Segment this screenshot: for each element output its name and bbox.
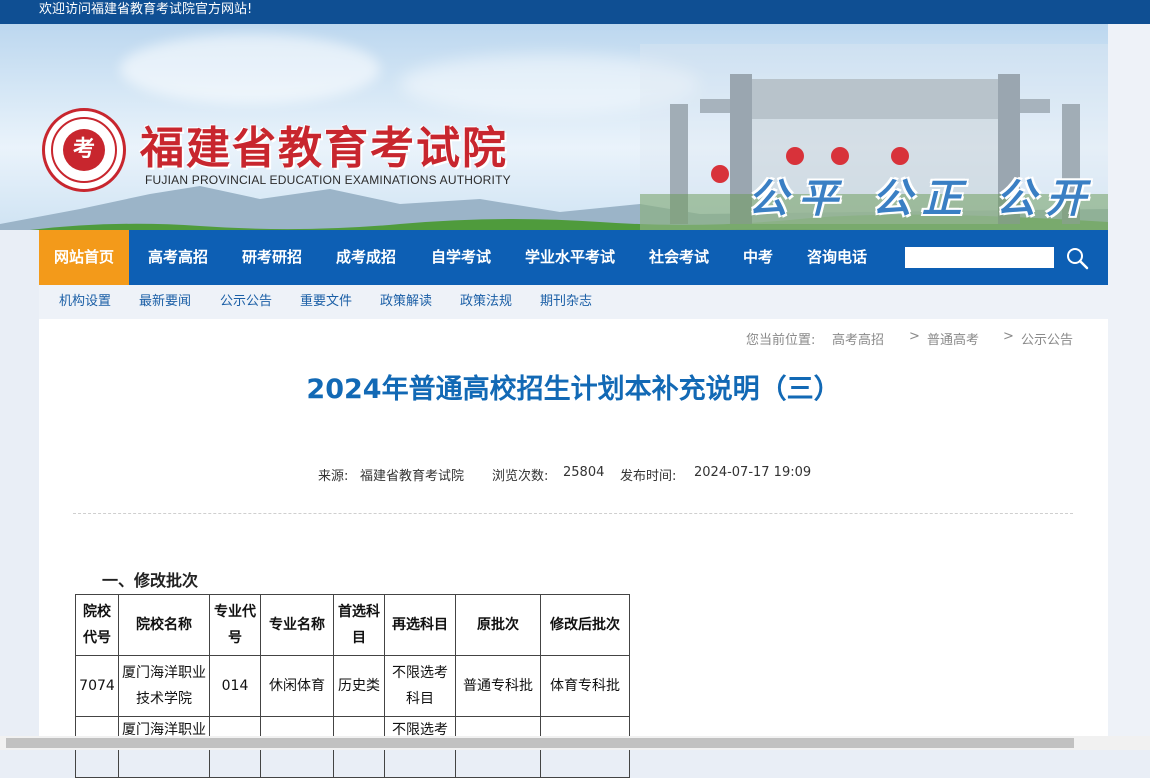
table-header: 专业名称 [260, 594, 334, 656]
nav-item-yankao[interactable]: 研考研招 [242, 230, 302, 285]
top-welcome-bar: 欢迎访问福建省教育考试院官方网站! [0, 0, 1150, 24]
nav-item-consult[interactable]: 咨询电话 [807, 230, 867, 285]
table-cell: 厦门海洋职业技术学院 [118, 655, 210, 717]
meta-views-label: 浏览次数: [492, 469, 549, 484]
site-banner: 考 福建省教育考试院 FUJIAN PROVINCIAL EDUCATION E… [0, 24, 1108, 230]
table-cell: 体育专科批 [540, 655, 630, 717]
seal-core: 考 [63, 129, 105, 171]
meta-source: 福建省教育考试院 [360, 469, 465, 484]
breadcrumb-separator: > [909, 329, 920, 344]
main-nav: 网站首页 高考高招 研考研招 成考成招 自学考试 学业水平考试 社会考试 中考 … [39, 230, 1108, 285]
table-header: 院校代号 [75, 594, 119, 656]
nav-item-home[interactable]: 网站首页 [39, 230, 129, 285]
table-cell: 014 [209, 655, 261, 717]
scrollbar-thumb[interactable] [6, 738, 1074, 748]
breadcrumb-item-notice[interactable]: 公示公告 [1021, 329, 1073, 348]
subnav-item-docs[interactable]: 重要文件 [300, 285, 352, 319]
nav-item-chengkao[interactable]: 成考成招 [336, 230, 396, 285]
subnav-item-jigou[interactable]: 机构设置 [59, 285, 111, 319]
table-header: 再选科目 [384, 594, 456, 656]
subnav-item-policy-read[interactable]: 政策解读 [380, 285, 432, 319]
nav-item-gaokao[interactable]: 高考高招 [148, 230, 208, 285]
meta-source-label: 来源: [318, 469, 349, 484]
nav-item-shehui[interactable]: 社会考试 [649, 230, 709, 285]
breadcrumb-item-gaokao[interactable]: 高考高招 [832, 329, 884, 348]
nav-item-zixue[interactable]: 自学考试 [431, 230, 491, 285]
welcome-text: 欢迎访问福建省教育考试院官方网站! [39, 2, 253, 17]
table-cell: 普通专科批 [455, 655, 541, 717]
meta-date-label: 发布时间: [620, 469, 677, 484]
article-content: 您当前位置: 高考高招 > 普通高考 > 公示公告 2024年普通高校招生计划本… [39, 319, 1108, 778]
divider [73, 513, 1073, 514]
breadcrumb-separator: > [1003, 329, 1014, 344]
subnav-item-journal[interactable]: 期刊杂志 [540, 285, 592, 319]
article-title: 2024年普通高校招生计划本补充说明（三） [306, 374, 841, 405]
breadcrumb-item-putong[interactable]: 普通高考 [927, 329, 979, 348]
subnav-item-notice[interactable]: 公示公告 [220, 285, 272, 319]
table-header: 专业代号 [209, 594, 261, 656]
section-heading: 一、修改批次 [102, 571, 199, 590]
table-header-row: 院校代号 院校名称 专业代号 专业名称 首选科目 再选科目 原批次 修改后批次 [75, 594, 630, 656]
meta-date: 2024-07-17 19:09 [694, 465, 812, 480]
table-header: 修改后批次 [540, 594, 630, 656]
nav-item-xueye[interactable]: 学业水平考试 [525, 230, 615, 285]
site-logo-english: FUJIAN PROVINCIAL EDUCATION EXAMINATIONS… [145, 173, 511, 187]
meta-views: 25804 [563, 465, 605, 480]
table-cell: 休闲体育 [260, 655, 334, 717]
nav-item-zhongkao[interactable]: 中考 [743, 230, 773, 285]
search-input[interactable] [905, 247, 1054, 268]
sub-nav: 机构设置 最新要闻 公示公告 重要文件 政策解读 政策法规 期刊杂志 [39, 285, 1108, 319]
breadcrumb-label: 您当前位置: [746, 333, 816, 348]
banner-cloud [120, 34, 380, 104]
table-row: 7074 厦门海洋职业技术学院 014 休闲体育 历史类 不限选考科目 普通专科… [75, 655, 630, 717]
horizontal-scrollbar[interactable] [0, 736, 1150, 750]
table-cell: 7074 [75, 655, 119, 717]
batch-change-table: 院校代号 院校名称 专业代号 专业名称 首选科目 再选科目 原批次 修改后批次 … [75, 594, 630, 778]
search-icon[interactable] [1065, 246, 1089, 270]
table-header: 院校名称 [118, 594, 210, 656]
table-cell: 历史类 [333, 655, 385, 717]
table-cell: 不限选考科目 [384, 655, 456, 717]
page-right-strip [1108, 24, 1150, 750]
table-header: 原批次 [455, 594, 541, 656]
subnav-item-law[interactable]: 政策法规 [460, 285, 512, 319]
site-logo-chinese: 福建省教育考试院 [140, 123, 508, 174]
subnav-item-news[interactable]: 最新要闻 [139, 285, 191, 319]
banner-slogan: 公平 公正 公开 [748, 175, 1096, 222]
authority-seal-logo: 考 [42, 108, 126, 192]
table-header: 首选科目 [333, 594, 385, 656]
